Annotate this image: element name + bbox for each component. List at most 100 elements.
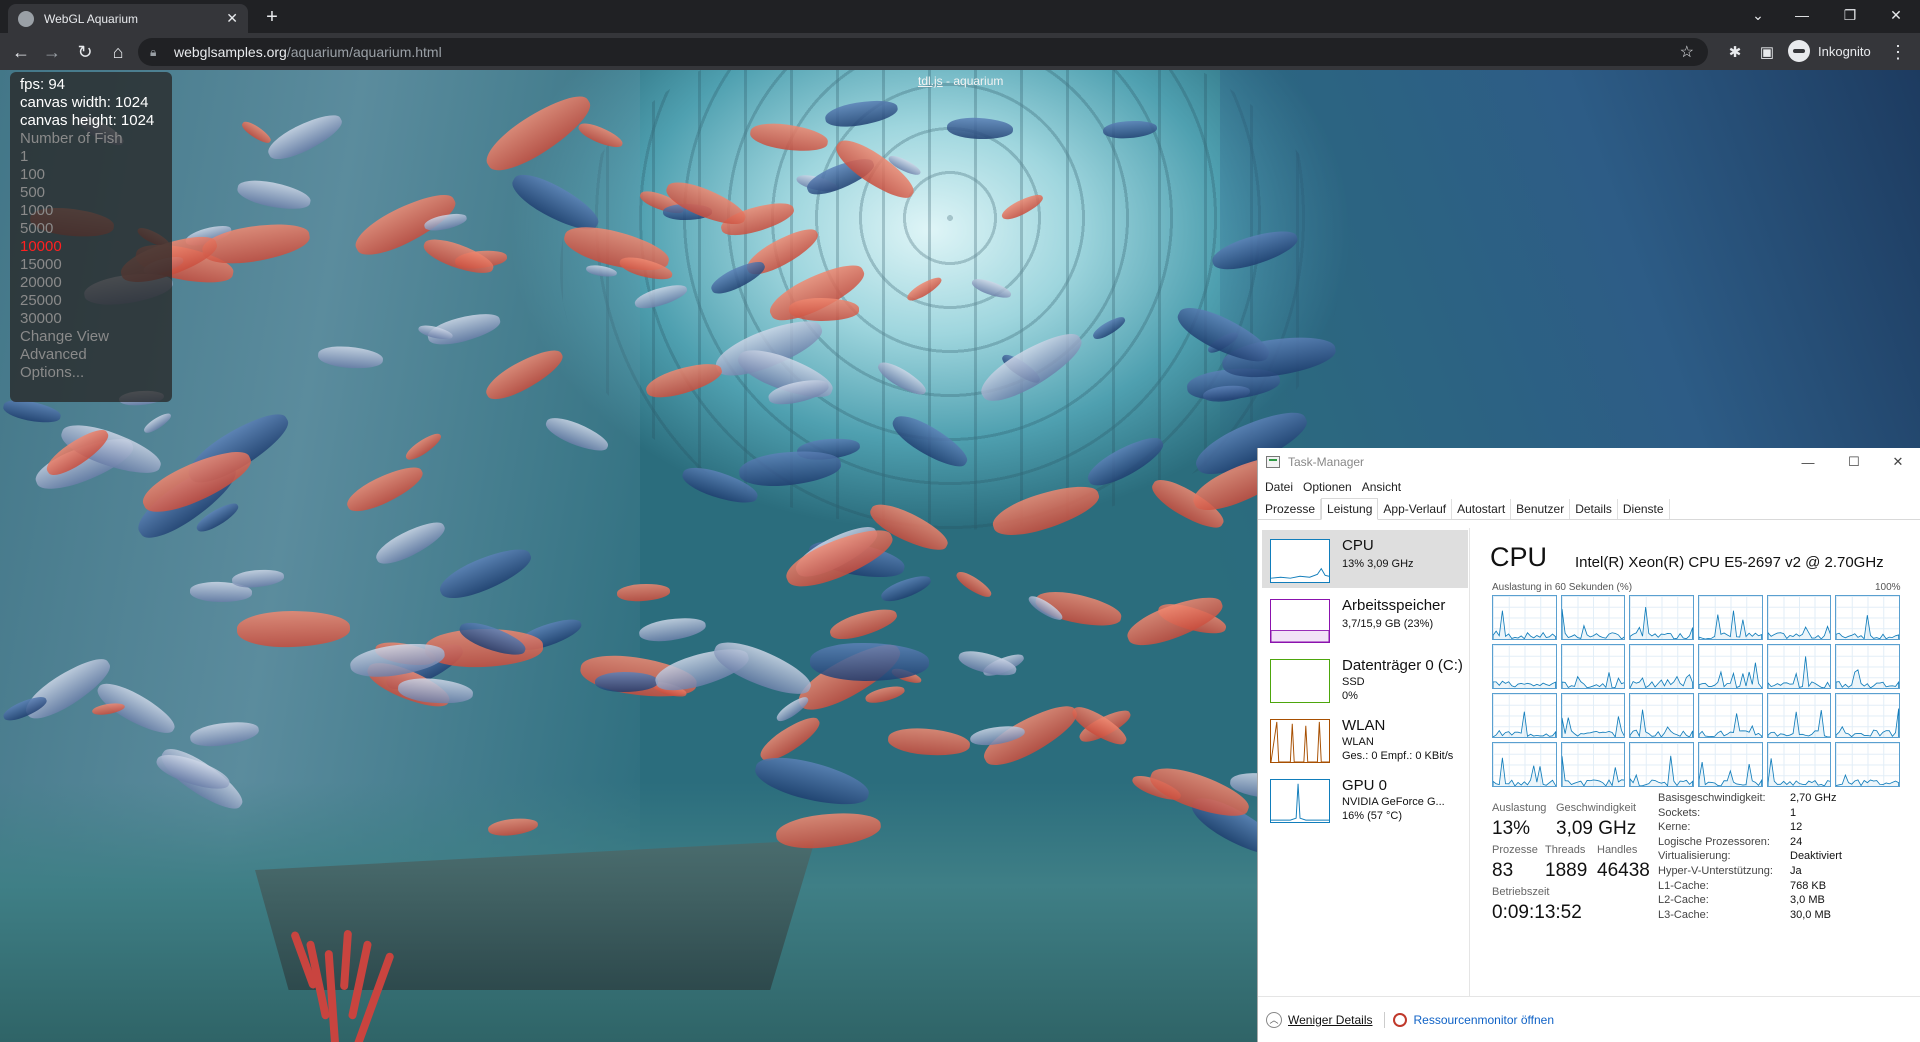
side-sub-wlan-rate: Ges.: 0 Empf.: 0 KBit/s: [1342, 750, 1454, 762]
core-graph: [1766, 693, 1832, 738]
blue-fish: [810, 642, 930, 682]
memory-thumb-graph: [1270, 599, 1330, 643]
fish-option-5000[interactable]: 5000: [20, 220, 162, 238]
task-manager-window: Task-Manager — ☐ ✕ Datei Optionen Ansich…: [1257, 448, 1920, 1042]
change-view-option[interactable]: Change View: [20, 328, 162, 346]
reload-icon[interactable]: ↻: [73, 40, 97, 64]
star-icon[interactable]: ☆: [1680, 42, 1694, 62]
speed-value: 3,09 GHz: [1556, 818, 1637, 839]
close-window-icon[interactable]: ✕: [1874, 0, 1918, 30]
spec-key: Virtualisierung:: [1658, 850, 1731, 863]
fish-option-500[interactable]: 500: [20, 184, 162, 202]
side-item-disk[interactable]: Datenträger 0 (C:) SSD 0%: [1262, 650, 1468, 708]
side-item-memory[interactable]: Arbeitsspeicher 3,7/15,9 GB (23%): [1262, 590, 1468, 648]
tab-benutzer[interactable]: Benutzer: [1511, 499, 1571, 519]
fish-count-header: Number of Fish: [20, 130, 123, 147]
core-graph: [1766, 595, 1832, 640]
incognito-profile-button[interactable]: Inkognito: [1788, 40, 1871, 62]
fish-option-20000[interactable]: 20000: [20, 274, 162, 292]
side-sub-cpu: 13% 3,09 GHz: [1342, 558, 1414, 570]
url-host: webglsamples.org: [174, 44, 287, 60]
sidepanel-icon[interactable]: ▣: [1755, 40, 1779, 64]
fewer-details-link[interactable]: Weniger Details: [1288, 1013, 1372, 1027]
tab-strip: WebGL Aquarium ✕ + ⌄ — ❐ ✕: [0, 0, 1920, 33]
tm-tabbar: Prozesse Leistung App-Verlauf Autostart …: [1258, 498, 1920, 520]
handles-value: 46438: [1597, 860, 1650, 881]
minimize-icon[interactable]: —: [1780, 0, 1824, 30]
tab-close-icon[interactable]: ✕: [226, 10, 238, 27]
cpu-model-name: Intel(R) Xeon(R) CPU E5-2697 v2 @ 2.70GH…: [1575, 554, 1884, 571]
fish-option-1000[interactable]: 1000: [20, 202, 162, 220]
menu-ansicht[interactable]: Ansicht: [1362, 480, 1401, 494]
home-icon[interactable]: ⌂: [106, 40, 130, 64]
proc-value: 83: [1492, 860, 1514, 881]
spec-key: Logische Prozessoren:: [1658, 835, 1770, 848]
chevron-up-icon[interactable]: ︿: [1266, 1011, 1282, 1028]
tm-performance-view: CPU 13% 3,09 GHz Arbeitsspeicher 3,7/15,…: [1258, 528, 1920, 996]
tab-details[interactable]: Details: [1570, 499, 1618, 519]
tab-search-icon[interactable]: ⌄: [1736, 0, 1780, 30]
address-bar[interactable]: 🔒︎ webglsamples.org/aquarium/aquarium.ht…: [138, 38, 1708, 66]
red-snapper-fish: [886, 726, 971, 759]
side-sub-wlan-name: WLAN: [1342, 736, 1374, 748]
tm-close-icon[interactable]: ✕: [1875, 448, 1920, 476]
side-item-wlan[interactable]: WLAN WLAN Ges.: 0 Empf.: 0 KBit/s: [1262, 710, 1468, 768]
logical-processor-graphs[interactable]: [1492, 595, 1900, 787]
spec-key: Hyper-V-Unterstützung:: [1658, 865, 1773, 877]
fish-option-100[interactable]: 100: [20, 166, 162, 184]
spec-key: Sockets:: [1658, 806, 1701, 819]
handles-label: Handles: [1597, 844, 1638, 856]
lock-icon[interactable]: 🔒︎: [150, 45, 166, 60]
side-sub-disk-util: 0%: [1342, 690, 1358, 702]
extensions-icon[interactable]: ✱: [1723, 40, 1747, 64]
tm-menubar: Datei Optionen Ansicht: [1258, 476, 1920, 498]
browser-tab[interactable]: WebGL Aquarium ✕: [8, 4, 248, 33]
fish-option-10000[interactable]: 10000: [20, 238, 162, 256]
forward-arrow-icon[interactable]: →: [40, 40, 64, 64]
new-tab-button[interactable]: +: [260, 6, 284, 29]
disk-thumb-graph: [1270, 659, 1330, 703]
core-graph: [1492, 595, 1557, 640]
url-path: /aquarium/aquarium.html: [286, 44, 442, 60]
tdl-link[interactable]: tdl.js: [918, 74, 943, 88]
tm-maximize-icon[interactable]: ☐: [1831, 448, 1877, 476]
fish-option-30000[interactable]: 30000: [20, 310, 162, 328]
resource-sidebar: CPU 13% 3,09 GHz Arbeitsspeicher 3,7/15,…: [1258, 528, 1470, 996]
uptime-value: 0:09:13:52: [1492, 902, 1582, 923]
spec-key: Basisgeschwindigkeit:: [1658, 792, 1766, 804]
red-snapper-fish: [826, 603, 900, 646]
spec-value: 24: [1790, 835, 1803, 848]
fish-option-15000[interactable]: 15000: [20, 256, 162, 274]
options-option[interactable]: Options...: [20, 364, 162, 382]
tm-minimize-icon[interactable]: —: [1785, 448, 1831, 476]
resource-monitor-icon[interactable]: [1393, 1012, 1408, 1027]
restore-icon[interactable]: ❐: [1828, 0, 1872, 30]
red-snapper-fish: [616, 582, 671, 603]
gpu-thumb-graph: [1270, 779, 1330, 823]
tab-title: WebGL Aquarium: [44, 11, 139, 26]
core-graph: [1766, 644, 1832, 689]
side-name-cpu: CPU: [1342, 537, 1374, 554]
fish-option-25000[interactable]: 25000: [20, 292, 162, 310]
tab-prozesse[interactable]: Prozesse: [1260, 499, 1322, 519]
side-item-cpu[interactable]: CPU 13% 3,09 GHz: [1262, 530, 1468, 588]
fish-option-1[interactable]: 1: [20, 148, 162, 166]
back-arrow-icon[interactable]: ←: [9, 40, 33, 64]
menu-optionen[interactable]: Optionen: [1303, 480, 1352, 494]
canvas-height-readout: canvas height: 1024: [20, 112, 155, 129]
core-graph: [1560, 644, 1626, 689]
resource-monitor-link[interactable]: Ressourcenmonitor öffnen: [1413, 1013, 1554, 1027]
red-snapper-fish: [788, 298, 860, 322]
spec-value: 30,0 MB: [1790, 908, 1831, 921]
tab-app-verlauf[interactable]: App-Verlauf: [1378, 499, 1453, 519]
uptime-label: Betriebszeit: [1492, 886, 1550, 898]
side-item-gpu[interactable]: GPU 0 NVIDIA GeForce G... 16% (57 °C): [1262, 770, 1468, 828]
tab-leistung[interactable]: Leistung: [1321, 498, 1379, 520]
tab-dienste[interactable]: Dienste: [1618, 499, 1670, 519]
canvas-width-readout: canvas width: 1024: [20, 94, 149, 111]
menu-dots-icon[interactable]: ⋮: [1886, 40, 1910, 64]
advanced-option[interactable]: Advanced: [20, 346, 162, 364]
tab-autostart[interactable]: Autostart: [1452, 499, 1512, 519]
menu-datei[interactable]: Datei: [1265, 480, 1293, 494]
cpu-detail-panel: CPU Intel(R) Xeon(R) CPU E5-2697 v2 @ 2.…: [1478, 528, 1920, 996]
